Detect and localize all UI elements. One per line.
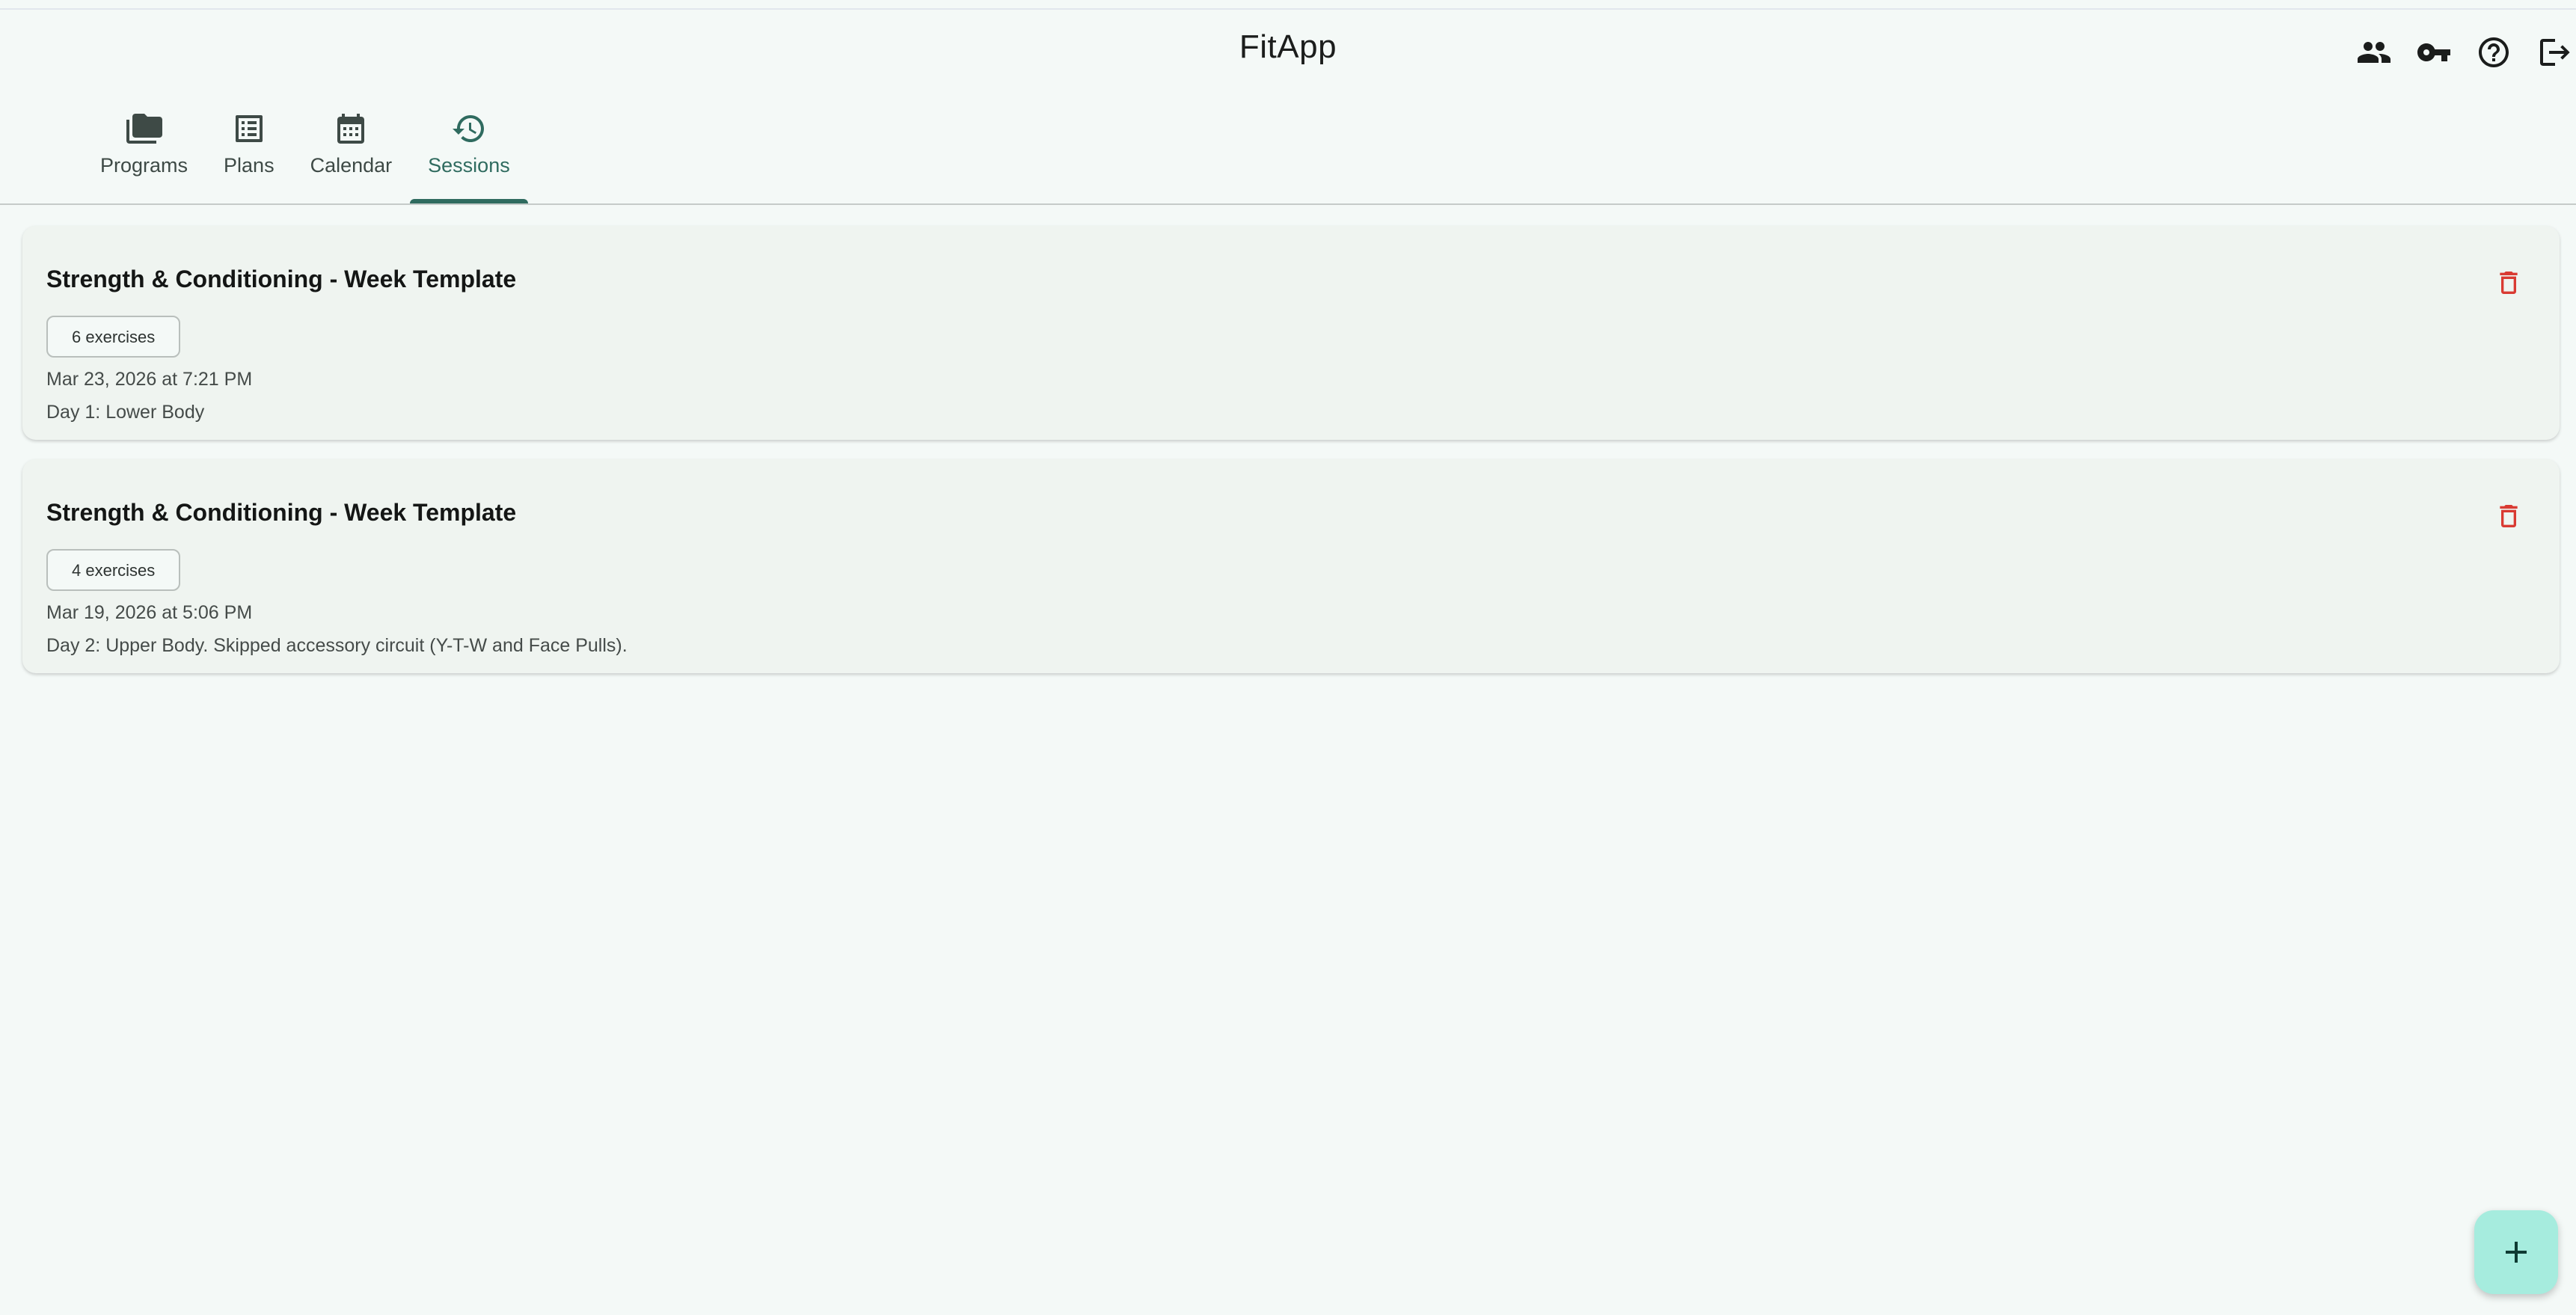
session-title: Strength & Conditioning - Week Template xyxy=(46,499,517,526)
session-date: Mar 23, 2026 at 7:21 PM xyxy=(46,369,253,390)
users-button[interactable] xyxy=(2353,33,2395,72)
top-border xyxy=(0,8,2576,10)
key-icon xyxy=(2417,43,2450,61)
session-card[interactable]: Strength & Conditioning - Week Template … xyxy=(22,459,2560,673)
session-card[interactable]: Strength & Conditioning - Week Template … xyxy=(22,226,2560,440)
tab-label: Calendar xyxy=(310,154,393,177)
logout-icon xyxy=(2540,39,2570,66)
delete-session-button[interactable] xyxy=(2489,263,2528,302)
app-page: FitApp Programs Plans Calendar Sessions … xyxy=(0,0,2576,1315)
delete-session-button[interactable] xyxy=(2489,497,2528,536)
app-title: FitApp xyxy=(1239,28,1337,65)
help-button[interactable] xyxy=(2473,33,2515,72)
trash-icon xyxy=(2500,272,2518,294)
tab-label: Plans xyxy=(224,154,275,177)
users-icon xyxy=(2358,42,2391,63)
add-session-button[interactable] xyxy=(2474,1210,2558,1294)
session-note: Day 1: Lower Body xyxy=(46,402,205,423)
tab-plans[interactable]: Plans xyxy=(206,111,292,203)
key-button[interactable] xyxy=(2413,33,2455,72)
logout-button[interactable] xyxy=(2533,33,2575,72)
tab-calendar[interactable]: Calendar xyxy=(292,111,411,203)
folder-icon xyxy=(126,114,162,144)
trash-icon xyxy=(2500,505,2518,527)
history-icon xyxy=(452,115,484,142)
session-title: Strength & Conditioning - Week Template xyxy=(46,266,517,292)
tab-label: Sessions xyxy=(428,154,510,177)
exercise-count-chip: 4 exercises xyxy=(46,549,181,591)
session-note: Day 2: Upper Body. Skipped accessory cir… xyxy=(46,635,628,656)
tab-programs[interactable]: Programs xyxy=(82,111,206,203)
tab-bar: Programs Plans Calendar Sessions xyxy=(82,111,528,203)
tab-divider xyxy=(0,203,2576,205)
tab-sessions[interactable]: Sessions xyxy=(410,111,528,203)
header-actions xyxy=(2353,33,2575,72)
help-icon xyxy=(2479,37,2509,67)
session-date: Mar 19, 2026 at 5:06 PM xyxy=(46,602,253,623)
list-icon xyxy=(235,115,263,142)
calendar-icon xyxy=(337,114,365,144)
exercise-count-chip: 6 exercises xyxy=(46,316,181,358)
session-list: Strength & Conditioning - Week Template … xyxy=(22,226,2560,693)
plus-icon xyxy=(2506,1242,2527,1263)
tab-label: Programs xyxy=(100,154,188,177)
